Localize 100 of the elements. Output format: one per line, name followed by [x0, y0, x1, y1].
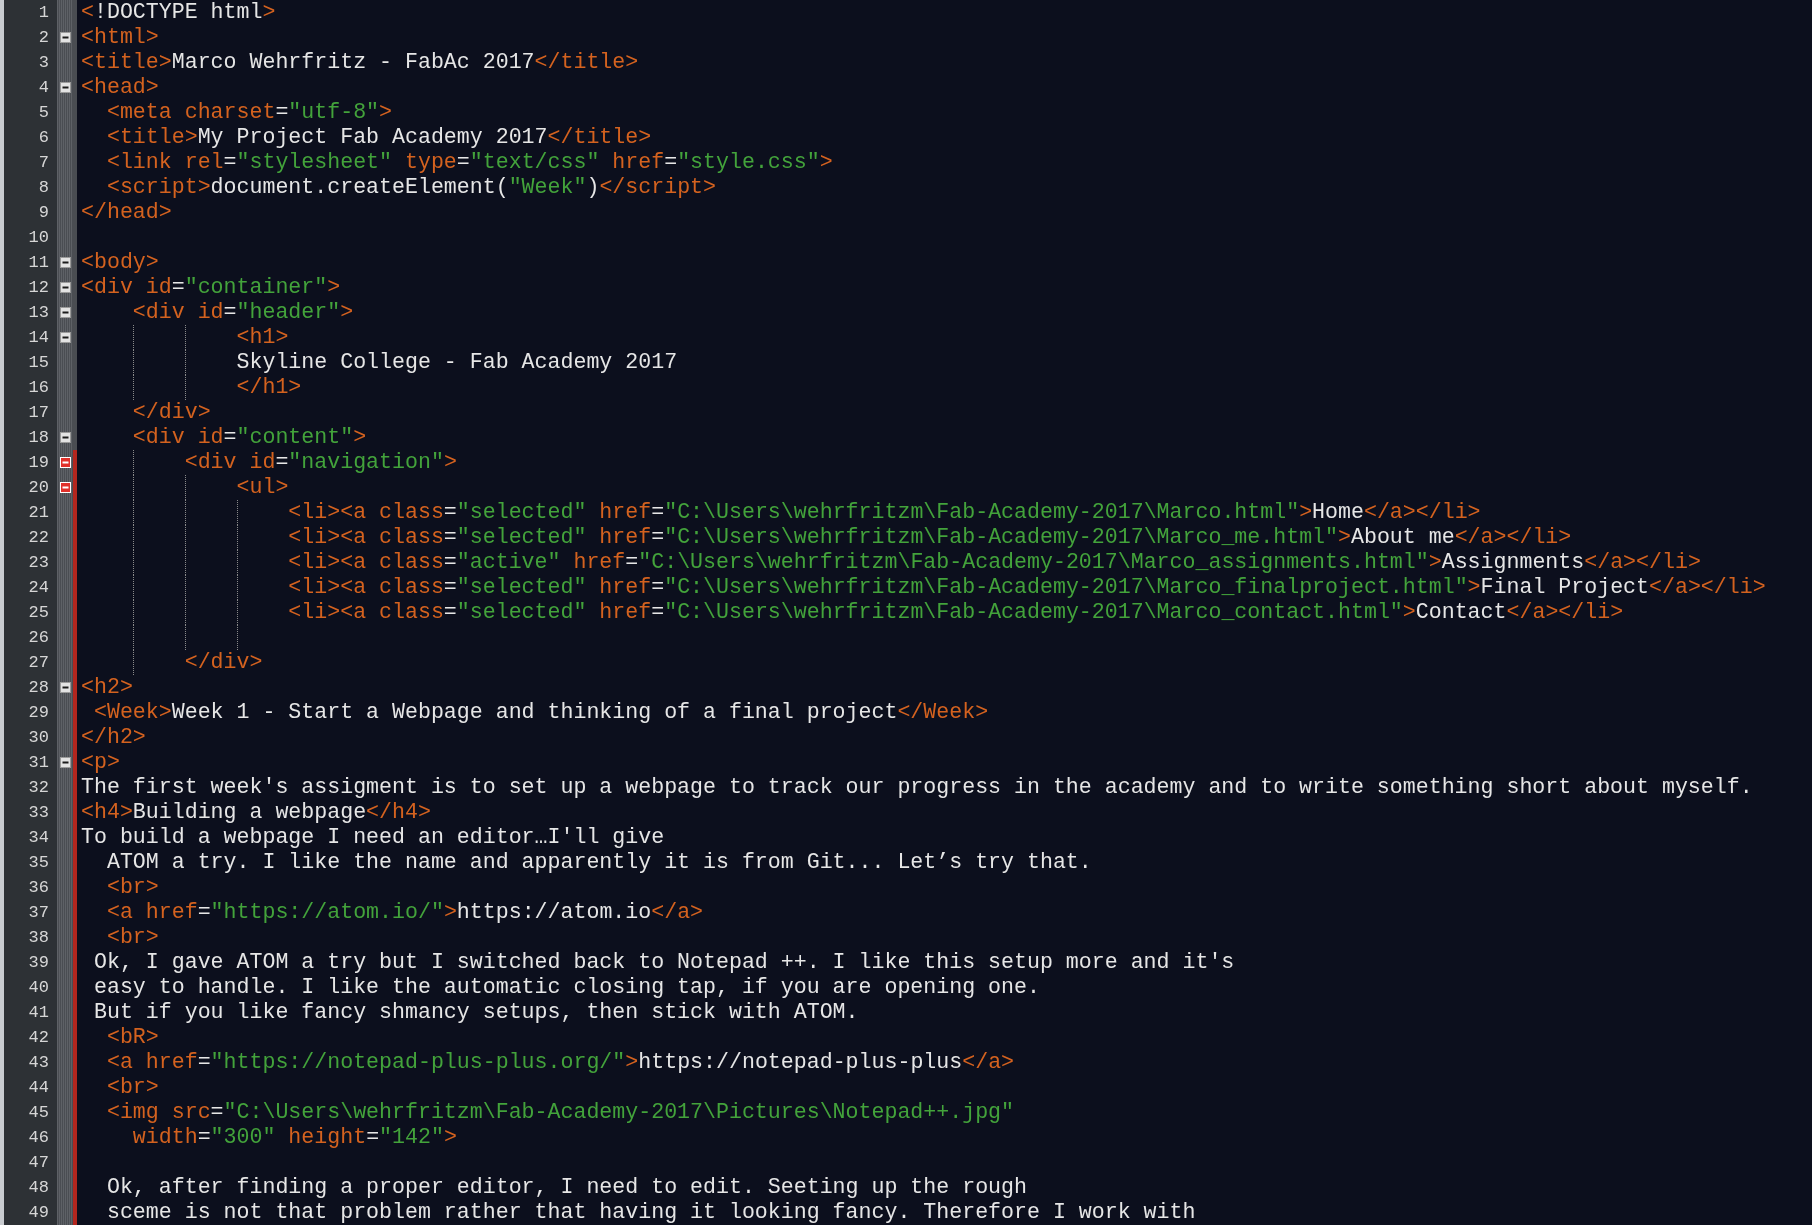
line-number: 19	[28, 453, 50, 472]
line-number: 13	[28, 303, 50, 322]
code-line: <li><a class="active" href="C:\Users\wehrfritzm\Fab-Academy-2017\Marco_assignments.html">Assignments</a></li>	[287, 550, 1701, 575]
collapse-icon[interactable]	[59, 682, 71, 693]
code-line: <a href="https://notepad-plus-plus.org/">https://notepad-plus-plus</a>	[105, 1050, 1015, 1075]
line-number: 6	[38, 128, 50, 147]
line-number: 26	[28, 628, 50, 647]
line-number: 24	[28, 578, 50, 597]
line-number: 28	[28, 678, 50, 697]
code-line: Skyline College - Fab Academy 2017	[235, 350, 678, 375]
code-line: <li><a class="selected" href="C:\Users\wehrfritzm\Fab-Academy-2017\Marco.html">Home</a></li>	[287, 500, 1481, 525]
line-number: 30	[28, 728, 50, 747]
line-number: 33	[28, 803, 50, 822]
code-line: sceme is not that problem rather that having it looking fancy. Therefore I work with	[105, 1200, 1196, 1225]
line-number: 21	[28, 503, 50, 522]
code-line: The first week's assigment is to set up a webpage to track our progress in the academy and to write something short about myself.	[81, 775, 1753, 800]
collapse-icon[interactable]	[59, 332, 71, 343]
line-number: 37	[28, 903, 50, 922]
line-number: 29	[28, 703, 50, 722]
code-line: <li><a class="selected" href="C:\Users\wehrfritzm\Fab-Academy-2017\Marco_finalproject.html">Final Project</a></li>	[287, 575, 1766, 600]
code-line: <html>	[81, 25, 159, 50]
code-line: <title>My Project Fab Academy 2017</title>	[105, 125, 652, 150]
line-number: 14	[28, 328, 50, 347]
line-number: 42	[28, 1028, 50, 1047]
line-number: 18	[28, 428, 50, 447]
code-line: <li><a class="selected" href="C:\Users\wehrfritzm\Fab-Academy-2017\Marco_me.html">About me</a></li>	[287, 525, 1572, 550]
code-line: <Week>Week 1 - Start a Webpage and thinking of a final project</Week>	[92, 700, 989, 725]
line-number: 25	[28, 603, 50, 622]
line-number: 3	[38, 53, 50, 72]
code-line: <head>	[81, 75, 159, 100]
line-number: 27	[28, 653, 50, 672]
code-line: </h2>	[81, 725, 146, 750]
code-line: </h1>	[235, 375, 302, 400]
line-number: 45	[28, 1103, 50, 1122]
collapse-icon[interactable]	[59, 257, 71, 268]
line-number: 49	[28, 1203, 50, 1222]
code-line: But if you like fancy shmancy setups, then stick with ATOM.	[92, 1000, 859, 1025]
line-number: 31	[28, 753, 50, 772]
line-number: 32	[28, 778, 50, 797]
collapse-icon[interactable]	[59, 432, 71, 443]
code-line: <!DOCTYPE html>	[81, 0, 276, 25]
code-line: </div>	[131, 400, 211, 425]
line-number: 38	[28, 928, 50, 947]
collapse-icon[interactable]	[59, 282, 71, 293]
line-number: 11	[28, 253, 50, 272]
code-line: <br>	[105, 875, 159, 900]
code-line: <a href="https://atom.io/">https://atom.io</a>	[105, 900, 704, 925]
code-line: <h1>	[235, 325, 289, 350]
code-line: <div id="content">	[131, 425, 367, 450]
code-line: <title>Marco Wehrfritz - FabAc 2017</title>	[81, 50, 639, 75]
line-number: 36	[28, 878, 50, 897]
collapse-icon[interactable]	[59, 757, 71, 768]
code-line: <body>	[81, 250, 159, 275]
line-number: 23	[28, 553, 50, 572]
code-line: width="300" height="142">	[131, 1125, 457, 1150]
line-number: 12	[28, 278, 50, 297]
code-line: <div id="header">	[131, 300, 354, 325]
line-number: 35	[28, 853, 50, 872]
line-number: 4	[38, 78, 50, 97]
line-number: 16	[28, 378, 50, 397]
code-line: <script>document.createElement("Week")</script>	[105, 175, 716, 200]
code-line: <link rel="stylesheet" type="text/css" href="style.css">	[105, 150, 833, 175]
line-number: 39	[28, 953, 50, 972]
line-number: 47	[28, 1153, 50, 1172]
line-number: 41	[28, 1003, 50, 1022]
line-number: 5	[38, 103, 50, 122]
code-line: ATOM a try. I like the name and apparently it is from Git... Let’s try that.	[105, 850, 1092, 875]
code-line: </div>	[183, 650, 263, 675]
line-number: 17	[28, 403, 50, 422]
code-line: <bR>	[105, 1025, 159, 1050]
line-number: 40	[28, 978, 50, 997]
code-line: <meta charset="utf-8">	[105, 100, 393, 125]
line-number: 34	[28, 828, 50, 847]
collapse-icon[interactable]	[59, 307, 71, 318]
line-number: 7	[38, 153, 50, 172]
line-number: 20	[28, 478, 50, 497]
code-line: Ok, after finding a proper editor, I need to edit. Seeting up the rough	[105, 1175, 1027, 1200]
collapse-icon[interactable]	[59, 82, 71, 93]
code-line: </head>	[81, 200, 172, 225]
code-line: <li><a class="selected" href="C:\Users\wehrfritzm\Fab-Academy-2017\Marco_contact.html">Contact</a></li>	[287, 600, 1624, 625]
code-line: <br>	[105, 1075, 159, 1100]
line-number: 22	[28, 528, 50, 547]
line-number: 2	[38, 28, 50, 47]
code-line: <img src="C:\Users\wehrfritzm\Fab-Academy-2017\Pictures\Notepad++.jpg"	[105, 1100, 1015, 1125]
code-line: Ok, I gave ATOM a try but I switched back to Notepad ++. I like this setup more and it's	[92, 950, 1235, 975]
code-line: <br>	[105, 925, 159, 950]
line-number: 43	[28, 1053, 50, 1072]
line-number: 44	[28, 1078, 50, 1097]
line-number: 46	[28, 1128, 50, 1147]
line-number: 10	[28, 228, 50, 247]
code-line: <div id="navigation">	[183, 450, 457, 475]
code-line: <h2>	[81, 675, 133, 700]
code-line: <ul>	[235, 475, 289, 500]
code-line: <p>	[81, 750, 120, 775]
line-number: 8	[38, 178, 50, 197]
collapse-icon[interactable]	[59, 32, 71, 43]
line-number: 48	[28, 1178, 50, 1197]
line-number: 15	[28, 353, 50, 372]
code-line: easy to handle. I like the automatic closing tap, if you are opening one.	[92, 975, 1040, 1000]
line-number: 9	[38, 203, 50, 222]
